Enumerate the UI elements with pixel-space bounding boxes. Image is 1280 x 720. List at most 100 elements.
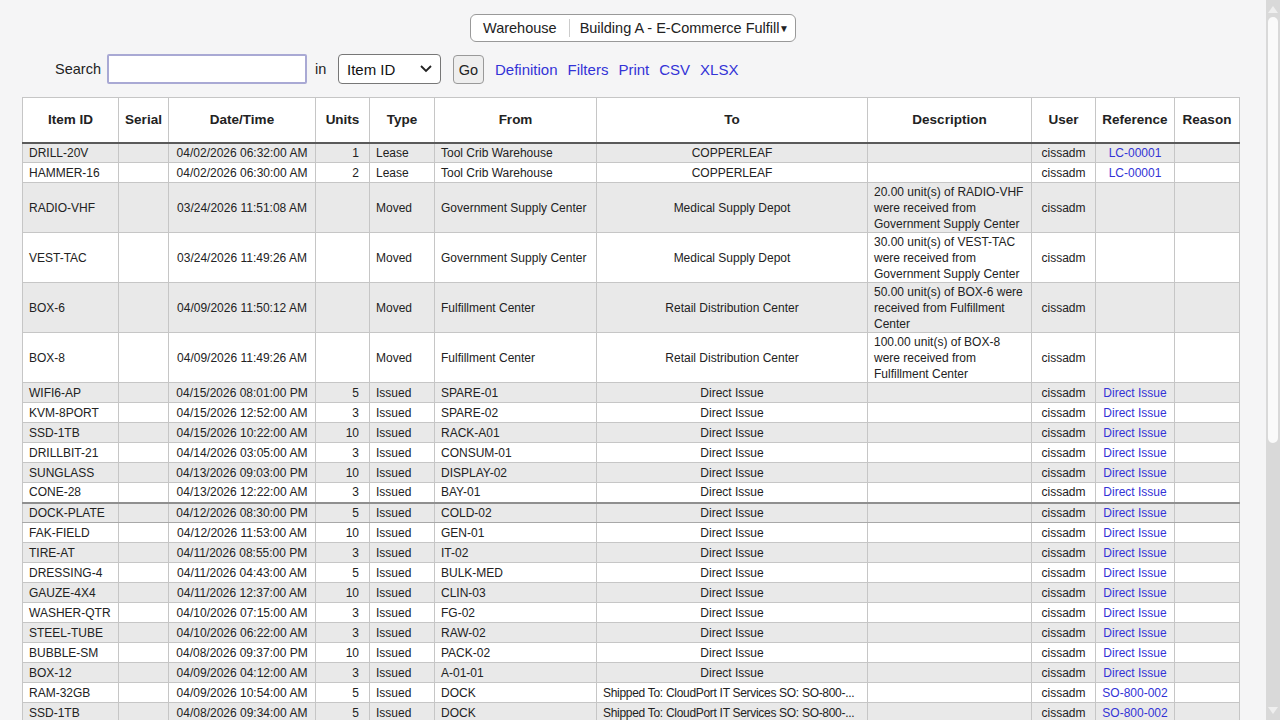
reference-link[interactable]: Direct Issue (1103, 626, 1166, 640)
reference-link[interactable]: Direct Issue (1103, 606, 1166, 620)
col-header-serial[interactable]: Serial (119, 98, 169, 143)
table-row[interactable]: RADIO-VHF03/24/2026 11:51:08 AMMovedGove… (23, 183, 1240, 233)
reference-link[interactable]: SO-800-002 (1102, 706, 1167, 720)
scrollbar[interactable] (1266, 0, 1280, 720)
reference-link[interactable]: Direct Issue (1103, 646, 1166, 660)
cell-to: Retail Distribution Center (597, 333, 868, 383)
cell-units: 3 (316, 623, 370, 643)
reference-link[interactable]: Direct Issue (1103, 566, 1166, 580)
reference-link[interactable]: Direct Issue (1103, 446, 1166, 460)
cell-type: Issued (370, 563, 435, 583)
warehouse-selector[interactable]: Warehouse Building A - E-Commerce Fulfil… (470, 14, 796, 42)
cell-to: Medical Supply Depot (597, 183, 868, 233)
table-row[interactable]: STEEL-TUBE04/10/2026 06:22:00 AM3IssuedR… (23, 623, 1240, 643)
in-label: in (315, 61, 326, 77)
link-filters[interactable]: Filters (568, 61, 609, 78)
table-row[interactable]: BOX-604/09/2026 11:50:12 AMMovedFulfillm… (23, 283, 1240, 333)
cell-user: cissadm (1032, 643, 1096, 663)
table-row[interactable]: TIRE-AT04/11/2026 08:55:00 PM3IssuedIT-0… (23, 543, 1240, 563)
cell-user: cissadm (1032, 663, 1096, 683)
table-row[interactable]: VEST-TAC03/24/2026 11:49:26 AMMovedGover… (23, 233, 1240, 283)
scrollbar-down-arrow-icon[interactable] (1268, 707, 1278, 714)
table-row[interactable]: BOX-1204/09/2026 04:12:00 AM3IssuedA-01-… (23, 663, 1240, 683)
cell-type: Moved (370, 183, 435, 233)
table-row[interactable]: FAK-FIELD04/12/2026 11:53:00 AM10IssuedG… (23, 523, 1240, 543)
cell-ref: Direct Issue (1096, 383, 1175, 403)
table-row[interactable]: HAMMER-1604/02/2026 06:30:00 AM2LeaseToo… (23, 163, 1240, 183)
link-xlsx[interactable]: XLSX (700, 61, 738, 78)
table-header: Item IDSerialDate/TimeUnitsTypeFromToDes… (23, 98, 1240, 143)
link-definition[interactable]: Definition (495, 61, 558, 78)
search-field-select[interactable]: Item ID (338, 54, 441, 84)
table-row[interactable]: WIFI6-AP04/15/2026 08:01:00 PM5IssuedSPA… (23, 383, 1240, 403)
link-csv[interactable]: CSV (659, 61, 690, 78)
cell-user: cissadm (1032, 143, 1096, 163)
table-row[interactable]: SSD-1TB04/08/2026 09:34:00 AM5IssuedDOCK… (23, 703, 1240, 720)
reference-link[interactable]: Direct Issue (1103, 466, 1166, 480)
col-header-to[interactable]: To (597, 98, 868, 143)
cell-serial (119, 463, 169, 483)
cell-units: 3 (316, 603, 370, 623)
cell-datetime: 04/15/2026 12:52:00 AM (169, 403, 316, 423)
search-input[interactable] (107, 54, 307, 84)
cell-units (316, 183, 370, 233)
table-row[interactable]: SUNGLASS04/13/2026 09:03:00 PM10IssuedDI… (23, 463, 1240, 483)
col-header-user[interactable]: User (1032, 98, 1096, 143)
header-row: Item IDSerialDate/TimeUnitsTypeFromToDes… (23, 98, 1240, 143)
cell-to: COPPERLEAF (597, 143, 868, 163)
table-row[interactable]: DRILL-20V04/02/2026 06:32:00 AM1LeaseToo… (23, 143, 1240, 163)
col-header-reason[interactable]: Reason (1175, 98, 1240, 143)
table-row[interactable]: RAM-32GB04/09/2026 10:54:00 AM5IssuedDOC… (23, 683, 1240, 703)
reference-link[interactable]: Direct Issue (1103, 526, 1166, 540)
reference-link[interactable]: Direct Issue (1103, 406, 1166, 420)
link-print[interactable]: Print (618, 61, 649, 78)
reference-link[interactable]: Direct Issue (1103, 506, 1166, 520)
reference-link[interactable]: Direct Issue (1103, 485, 1166, 499)
cell-reason (1175, 423, 1240, 443)
col-header-desc[interactable]: Description (868, 98, 1032, 143)
table-row[interactable]: GAUZE-4X404/11/2026 12:37:00 AM10IssuedC… (23, 583, 1240, 603)
reference-link[interactable]: Direct Issue (1103, 426, 1166, 440)
cell-user: cissadm (1032, 163, 1096, 183)
reference-link[interactable]: Direct Issue (1103, 586, 1166, 600)
col-header-from[interactable]: From (435, 98, 597, 143)
scrollbar-up-arrow-icon[interactable] (1268, 6, 1278, 13)
reference-link[interactable]: LC-00001 (1109, 146, 1162, 160)
col-header-ref[interactable]: Reference (1096, 98, 1175, 143)
action-links: Definition Filters Print CSV XLSX (495, 61, 738, 78)
cell-datetime: 04/09/2026 04:12:00 AM (169, 663, 316, 683)
reference-link[interactable]: Direct Issue (1103, 386, 1166, 400)
col-header-type[interactable]: Type (370, 98, 435, 143)
cell-reason (1175, 503, 1240, 523)
col-header-units[interactable]: Units (316, 98, 370, 143)
table-row[interactable]: DOCK-PLATE04/12/2026 08:30:00 PM5IssuedC… (23, 503, 1240, 523)
cell-to: Direct Issue (597, 663, 868, 683)
reference-link[interactable]: SO-800-002 (1102, 686, 1167, 700)
col-header-datetime[interactable]: Date/Time (169, 98, 316, 143)
table-row[interactable]: DRILLBIT-2104/14/2026 03:05:00 AM3Issued… (23, 443, 1240, 463)
cell-item: DRILLBIT-21 (23, 443, 119, 463)
cell-desc: 20.00 unit(s) of RADIO-VHF were received… (868, 183, 1032, 233)
table-row[interactable]: BOX-804/09/2026 11:49:26 AMMovedFulfillm… (23, 333, 1240, 383)
cell-reason (1175, 283, 1240, 333)
cell-to: COPPERLEAF (597, 163, 868, 183)
reference-link[interactable]: Direct Issue (1103, 666, 1166, 680)
col-header-item[interactable]: Item ID (23, 98, 119, 143)
table-row[interactable]: SSD-1TB04/15/2026 10:22:00 AM10IssuedRAC… (23, 423, 1240, 443)
cell-from: RACK-A01 (435, 423, 597, 443)
table-row[interactable]: WASHER-QTR04/10/2026 07:15:00 AM3IssuedF… (23, 603, 1240, 623)
cell-datetime: 04/09/2026 11:49:26 AM (169, 333, 316, 383)
cell-ref (1096, 233, 1175, 283)
reference-link[interactable]: LC-00001 (1109, 166, 1162, 180)
scrollbar-thumb[interactable] (1268, 17, 1278, 443)
cell-desc (868, 463, 1032, 483)
table-row[interactable]: KVM-8PORT04/15/2026 12:52:00 AM3IssuedSP… (23, 403, 1240, 423)
table-row[interactable]: CONE-2804/13/2026 12:22:00 AM3IssuedBAY-… (23, 483, 1240, 503)
table-row[interactable]: DRESSING-404/11/2026 04:43:00 AM5IssuedB… (23, 563, 1240, 583)
reference-link[interactable]: Direct Issue (1103, 546, 1166, 560)
cell-units: 5 (316, 383, 370, 403)
go-button[interactable]: Go (453, 55, 484, 84)
warehouse-dropdown[interactable]: Building A - E-Commerce Fulfillment ▼ (570, 20, 795, 36)
table-row[interactable]: BUBBLE-SM04/08/2026 09:37:00 PM10IssuedP… (23, 643, 1240, 663)
cell-desc: 30.00 unit(s) of VEST-TAC were received … (868, 233, 1032, 283)
